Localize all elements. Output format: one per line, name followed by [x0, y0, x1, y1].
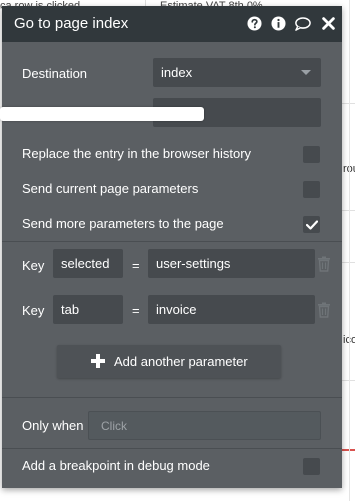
param-value: user-settings	[156, 256, 231, 271]
destination-dropdown[interactable]: index	[153, 58, 321, 87]
breakpoint-checkbox[interactable]	[303, 458, 320, 475]
param-key-field[interactable]: selected	[53, 249, 123, 278]
close-icon[interactable]	[320, 15, 337, 32]
param-equals: =	[132, 303, 140, 318]
section-divider	[2, 448, 342, 449]
param-value-field[interactable]: user-settings	[148, 249, 315, 278]
trash-icon[interactable]	[317, 302, 331, 318]
send-current-params-checkbox[interactable]	[303, 181, 320, 198]
only-when-label: Only when	[22, 418, 84, 433]
plus-icon	[91, 354, 105, 368]
send-current-params-label: Send current page parameters	[22, 181, 199, 196]
add-parameter-label: Add another parameter	[114, 354, 248, 369]
background-divider	[349, 0, 350, 501]
section-divider	[2, 241, 342, 242]
checkmark-icon	[306, 220, 318, 230]
param-key-value: tab	[61, 302, 80, 317]
help-icon[interactable]	[246, 15, 263, 32]
param-key-value: selected	[61, 256, 110, 271]
param-value-field[interactable]: invoice	[148, 295, 315, 324]
replace-history-label: Replace the entry in the browser history	[22, 146, 252, 161]
param-key-label: Key	[22, 303, 45, 318]
param-key-field[interactable]: tab	[53, 295, 123, 324]
section-divider	[2, 397, 342, 398]
redacted-label	[0, 107, 204, 121]
panel-titlebar[interactable]: Go to page index	[2, 6, 342, 42]
breakpoint-label: Add a breakpoint in debug mode	[22, 458, 210, 473]
replace-history-checkbox[interactable]	[303, 146, 320, 163]
only-when-input[interactable]	[88, 411, 321, 440]
param-equals: =	[132, 258, 140, 273]
chevron-down-icon	[301, 70, 311, 75]
param-value: invoice	[156, 302, 197, 317]
action-property-panel: Go to page index Destination index Repla…	[0, 6, 342, 488]
send-more-params-label: Send more parameters to the page	[22, 216, 224, 231]
destination-value: index	[161, 65, 193, 80]
destination-label: Destination	[22, 66, 88, 81]
send-more-params-checkbox[interactable]	[303, 216, 320, 233]
add-parameter-button[interactable]: Add another parameter	[57, 345, 281, 378]
comment-icon[interactable]	[294, 15, 311, 32]
param-key-label: Key	[22, 258, 45, 273]
panel-title: Go to page index	[14, 15, 129, 32]
info-icon[interactable]	[270, 15, 287, 32]
trash-icon[interactable]	[317, 256, 331, 272]
